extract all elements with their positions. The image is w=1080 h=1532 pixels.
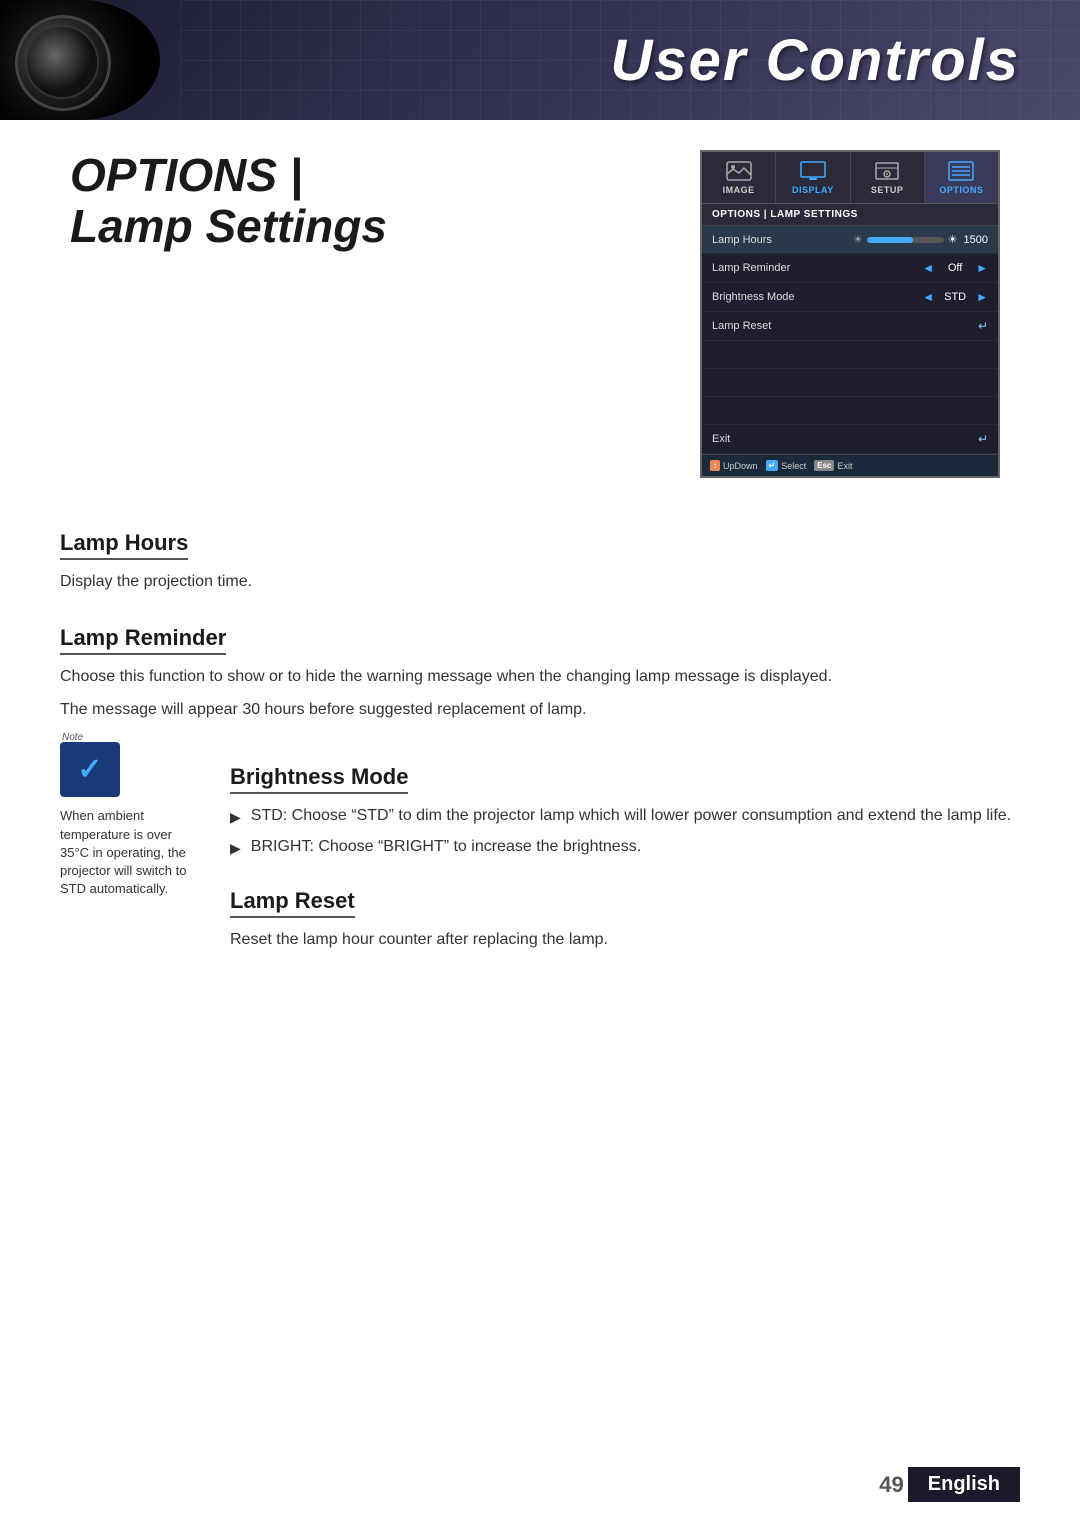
brightness-mode-section: Brightness Mode ▶ STD: Choose “STD” to d… xyxy=(230,742,1020,860)
footer-updown: ↕ UpDown xyxy=(710,460,758,471)
content-body: Lamp Hours Display the projection time. … xyxy=(0,508,1080,961)
note-text: When ambient temperature is over 35°C in… xyxy=(60,807,200,898)
lamp-reset-row: Lamp Reset ↵ xyxy=(702,312,998,341)
page-header: User Controls xyxy=(0,0,1080,120)
lens-decoration xyxy=(0,0,160,120)
options-tab-icon xyxy=(947,160,975,182)
menu-tab-setup[interactable]: SETUP xyxy=(851,152,925,203)
bullet-arrow-1: ▶ xyxy=(230,807,241,829)
page-language: English xyxy=(908,1467,1020,1502)
footer-select: ↵ Select xyxy=(766,460,807,471)
lamp-hours-bar: ☀ ☀ 1500 xyxy=(853,233,988,246)
lamp-reminder-value: Off xyxy=(940,262,970,274)
exit-footer-label: Exit xyxy=(837,461,852,471)
setup-tab-label: SETUP xyxy=(871,185,904,195)
menu-tab-display[interactable]: DISPLAY xyxy=(776,152,850,203)
esc-icon: Esc xyxy=(814,460,834,471)
lamp-reminder-section: Lamp Reminder Choose this function to sh… xyxy=(60,603,1020,723)
brightness-mode-label: Brightness Mode xyxy=(712,291,916,303)
select-icon: ↵ xyxy=(766,460,779,471)
image-icon xyxy=(726,161,752,181)
options-tab-label: OPTIONS xyxy=(939,185,983,195)
menu-rows: Lamp Hours ☀ ☀ 1500 Lamp Reminder ◄ Off xyxy=(702,226,998,454)
brightness-bullet-2: ▶ BRIGHT: Choose “BRIGHT” to increase th… xyxy=(230,835,1020,860)
options-icon xyxy=(948,161,974,181)
brightness-bullet-text-1: STD: Choose “STD” to dim the projector l… xyxy=(251,804,1011,829)
brightness-arrow-left: ◄ xyxy=(922,290,934,304)
empty-row-3 xyxy=(702,397,998,425)
setup-tab-icon xyxy=(873,160,901,182)
menu-tabs: IMAGE DISPLAY xyxy=(702,152,998,204)
select-label: Select xyxy=(781,461,806,471)
lamp-reset-label: Lamp Reset xyxy=(712,320,972,332)
menu-ui: IMAGE DISPLAY xyxy=(700,150,1000,478)
lamp-hours-section: Lamp Hours Display the projection time. xyxy=(60,508,1020,595)
updown-icon: ↕ xyxy=(710,460,720,471)
lamp-hours-description: Display the projection time. xyxy=(60,570,1020,595)
lamp-reset-description: Reset the lamp hour counter after replac… xyxy=(230,928,1020,953)
exit-row: Exit ↵ xyxy=(702,425,998,454)
menu-breadcrumb: OPTIONS | LAMP SETTINGS xyxy=(702,204,998,226)
lamp-bar-fill xyxy=(867,237,913,243)
updown-label: UpDown xyxy=(723,461,758,471)
lamp-hours-value: 1500 xyxy=(964,234,988,246)
brightness-mode-row: Brightness Mode ◄ STD ► xyxy=(702,283,998,312)
lamp-icon-bright: ☀ xyxy=(948,233,958,246)
menu-tab-image[interactable]: IMAGE xyxy=(702,152,776,203)
main-content: OPTIONS | Lamp Settings IMAGE xyxy=(0,120,1080,508)
exit-enter-icon: ↵ xyxy=(978,432,988,446)
display-icon xyxy=(800,161,826,181)
image-tab-label: IMAGE xyxy=(723,185,755,195)
empty-row-1 xyxy=(702,341,998,369)
display-tab-label: DISPLAY xyxy=(792,185,834,195)
brightness-arrow-right: ► xyxy=(976,290,988,304)
lamp-reminder-text-2: The message will appear 30 hours before … xyxy=(60,698,1020,723)
lamp-reminder-row: Lamp Reminder ◄ Off ► xyxy=(702,254,998,283)
lamp-reminder-label: Lamp Reminder xyxy=(712,262,916,274)
page-footer: 49 English xyxy=(879,1467,1020,1502)
lamp-icon-dim: ☀ xyxy=(853,233,863,246)
lamp-hours-row: Lamp Hours ☀ ☀ 1500 xyxy=(702,226,998,254)
image-tab-icon xyxy=(725,160,753,182)
page-title: User Controls xyxy=(610,27,1020,94)
brightness-mode-heading: Brightness Mode xyxy=(230,764,408,794)
lamp-reminder-heading: Lamp Reminder xyxy=(60,625,226,655)
brightness-bullet-text-2: BRIGHT: Choose “BRIGHT” to increase the … xyxy=(251,835,641,860)
menu-tab-options[interactable]: OPTIONS xyxy=(925,152,998,203)
setup-icon xyxy=(874,161,900,181)
note-sidebar: ✓ When ambient temperature is over 35°C … xyxy=(60,742,200,898)
page-number: 49 xyxy=(879,1472,903,1498)
lamp-hours-heading: Lamp Hours xyxy=(60,530,188,560)
display-tab-icon xyxy=(799,160,827,182)
note-badge: ✓ xyxy=(60,742,120,797)
bullet-arrow-2: ▶ xyxy=(230,838,241,860)
lamp-reset-heading: Lamp Reset xyxy=(230,888,355,918)
menu-screenshot: IMAGE DISPLAY xyxy=(700,150,1020,478)
lamp-reset-enter: ↵ xyxy=(978,319,988,333)
note-content: Brightness Mode ▶ STD: Choose “STD” to d… xyxy=(230,742,1020,960)
menu-footer: ↕ UpDown ↵ Select Esc Exit xyxy=(702,454,998,476)
note-checkmark: ✓ xyxy=(77,752,102,787)
lamp-hours-label: Lamp Hours xyxy=(712,234,847,246)
brightness-mode-value: STD xyxy=(940,291,970,303)
footer-exit: Esc Exit xyxy=(814,460,852,471)
lamp-reset-section: Lamp Reset Reset the lamp hour counter a… xyxy=(230,866,1020,953)
section-title: OPTIONS | Lamp Settings xyxy=(70,150,660,251)
brightness-bullet-1: ▶ STD: Choose “STD” to dim the projector… xyxy=(230,804,1020,829)
lamp-reminder-text-1: Choose this function to show or to hide … xyxy=(60,665,1020,690)
lamp-reminder-arrow-left: ◄ xyxy=(922,261,934,275)
exit-label: Exit xyxy=(712,433,972,445)
note-brightness-area: ✓ When ambient temperature is over 35°C … xyxy=(60,742,1020,960)
lamp-reminder-arrow-right: ► xyxy=(976,261,988,275)
empty-row-2 xyxy=(702,369,998,397)
left-section: OPTIONS | Lamp Settings xyxy=(60,150,660,478)
lamp-bar-track xyxy=(867,237,944,243)
